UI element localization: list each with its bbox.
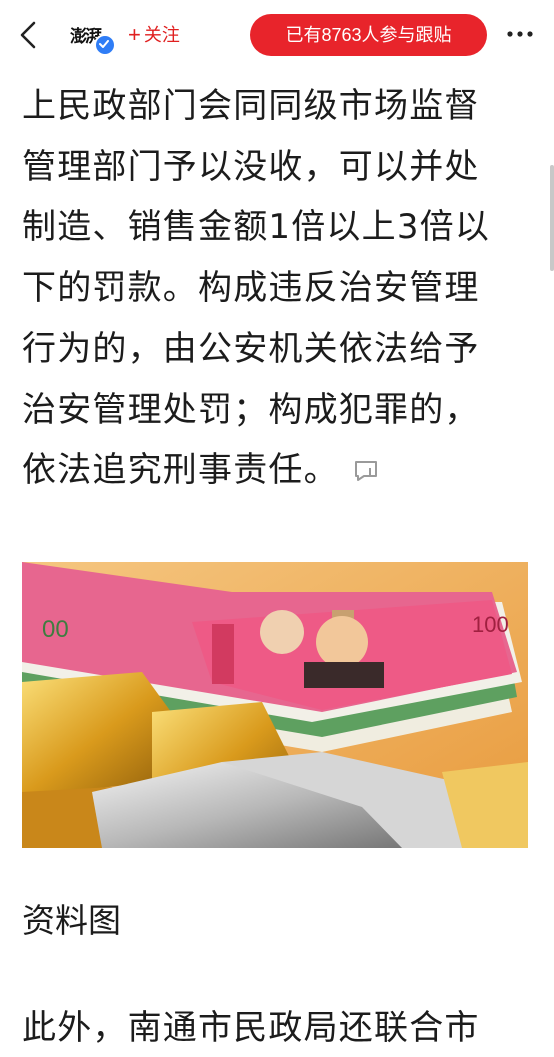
publisher-logo[interactable]: 澎湃 xyxy=(70,20,116,56)
more-dots-icon xyxy=(507,31,533,37)
back-button[interactable] xyxy=(14,17,44,53)
article-line: 下的罚款。构成违反治安管理 xyxy=(22,268,480,309)
join-comments-button[interactable]: 已有8763人参与跟贴 xyxy=(250,14,487,56)
article-line: 制造、销售金额1倍以上3倍以 xyxy=(22,207,491,248)
article-line: 此外，南通市民政局还联合市 xyxy=(22,1008,480,1048)
follow-label: 关注 xyxy=(143,25,180,45)
chevron-left-icon xyxy=(20,21,36,49)
article-line: 依法追究刑事责任。 xyxy=(22,450,339,491)
svg-text:00: 00 xyxy=(42,616,69,643)
article-photo[interactable]: 100 00 xyxy=(22,562,528,848)
svg-text:100: 100 xyxy=(472,612,509,637)
article-line-last: 依法追究刑事责任。 xyxy=(22,440,542,501)
follow-button[interactable]: + 关注 xyxy=(128,22,180,48)
article-line: 管理部门予以没收，可以并处 xyxy=(22,146,480,187)
plus-icon: + xyxy=(128,22,141,47)
article-line: 治安管理处罚；构成犯罪的， xyxy=(22,389,480,430)
article-line: 行为的，由公安机关依法给予 xyxy=(22,328,480,369)
more-button[interactable] xyxy=(504,24,536,44)
comment-bubble-icon[interactable] xyxy=(353,442,379,482)
scrollbar[interactable] xyxy=(550,165,554,271)
photo-caption: 资料图 xyxy=(22,901,121,940)
top-bar: 澎湃 + 关注 已有8763人参与跟贴 xyxy=(0,0,554,70)
article-line: 上民政部门会同同级市场监督 xyxy=(22,86,480,126)
verified-check-icon xyxy=(94,34,116,56)
article-body: 上民政部门会同同级市场监督 管理部门予以没收，可以并处 制造、销售金额1倍以上3… xyxy=(22,76,542,501)
